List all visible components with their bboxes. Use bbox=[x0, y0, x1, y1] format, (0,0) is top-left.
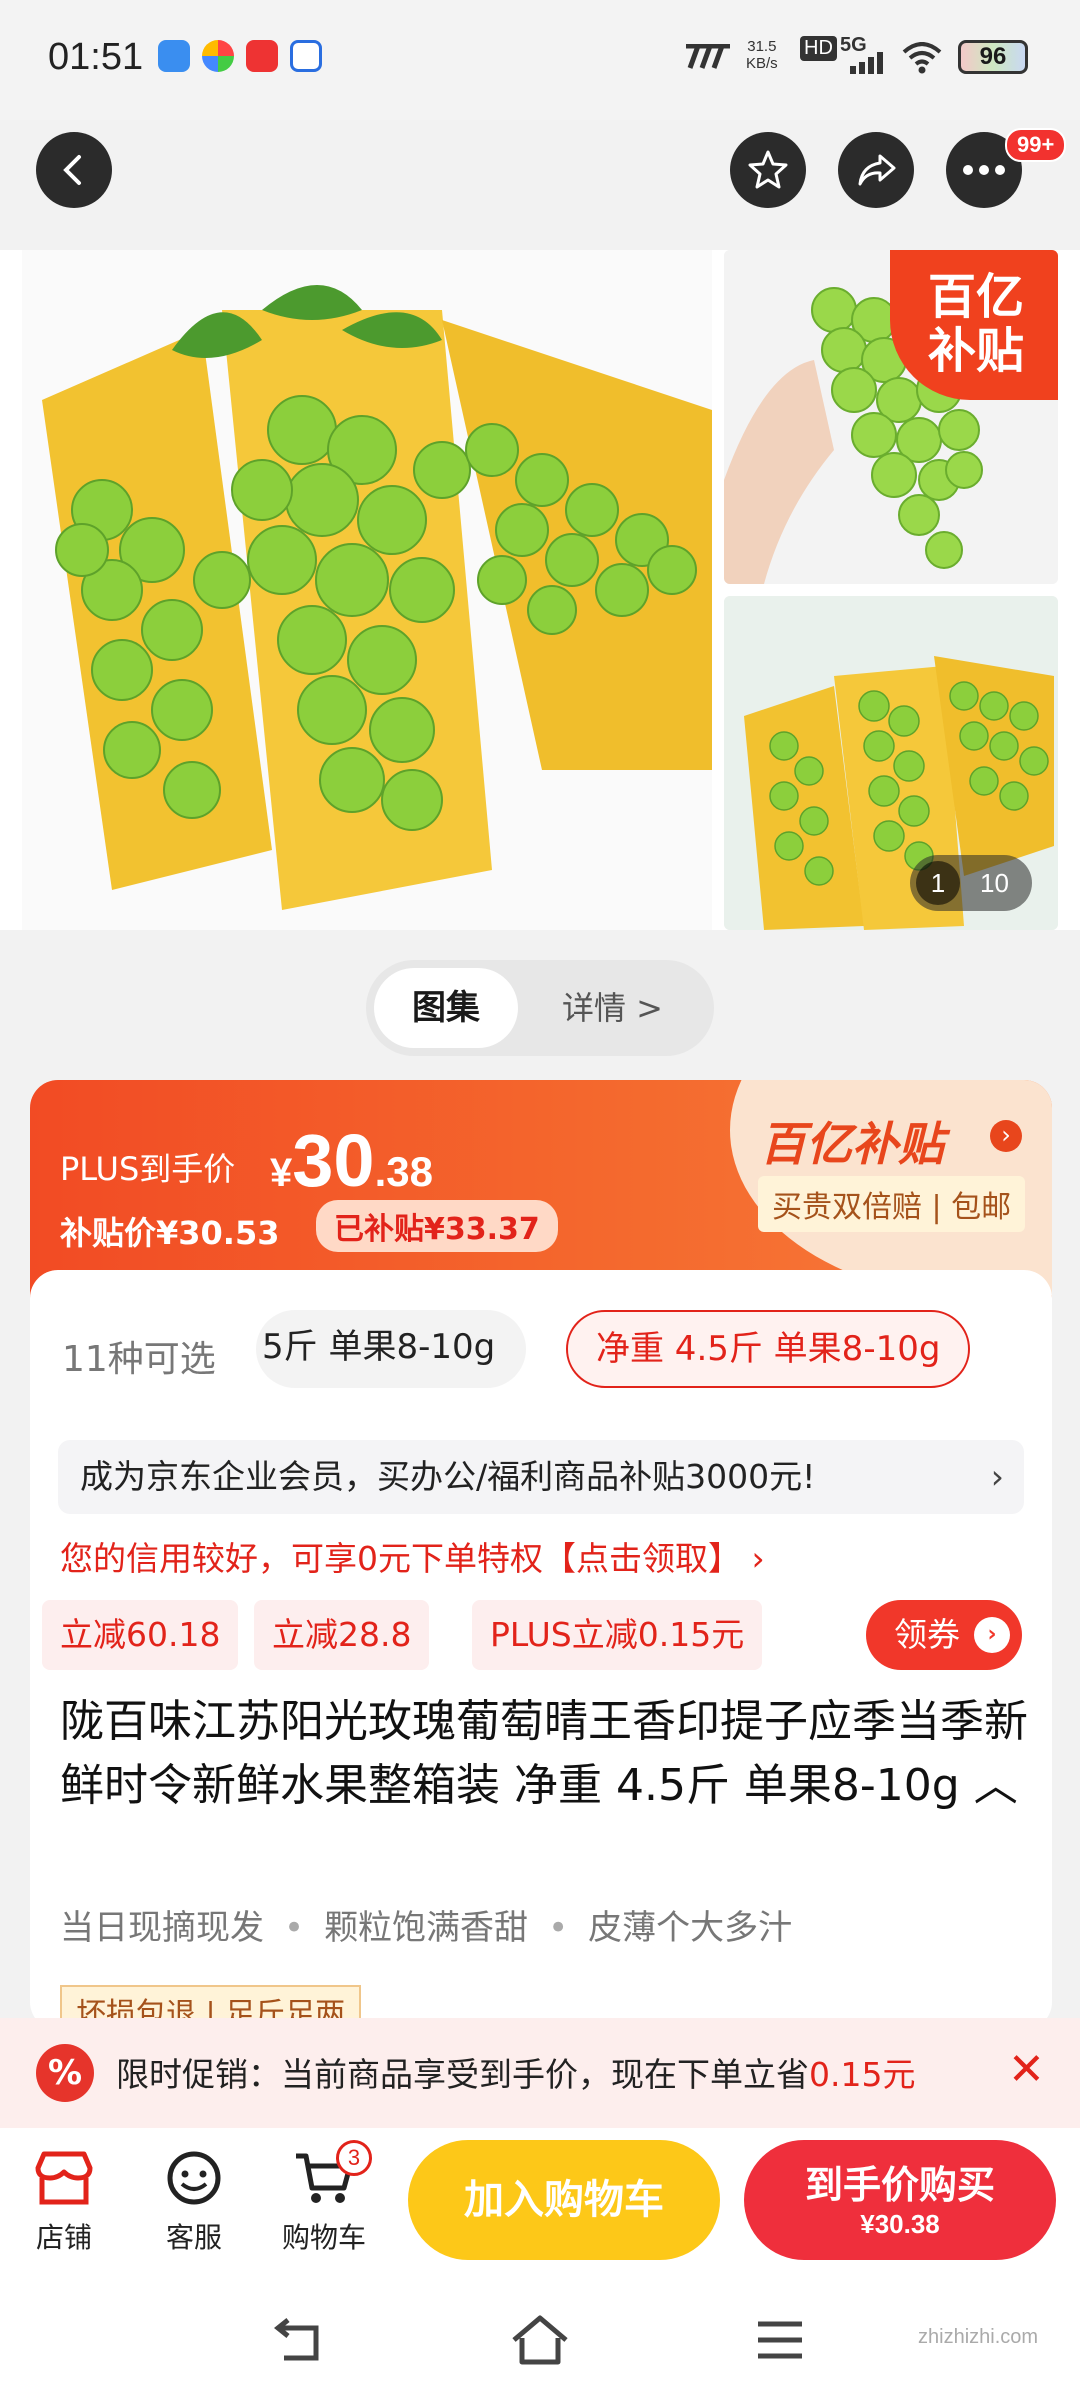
cart-count-badge: 3 bbox=[336, 2140, 372, 2176]
tab-details[interactable]: 详情 > bbox=[562, 960, 663, 1056]
bottom-action-bar: 店铺 客服 购物车 3 加入购物车 到手价购买 ¥30.38 bbox=[0, 2128, 1080, 2288]
share-icon bbox=[858, 154, 896, 186]
share-button[interactable] bbox=[838, 132, 914, 208]
gallery-detail-switch: 图集 详情 > bbox=[366, 960, 714, 1056]
chat-face-icon bbox=[167, 2151, 221, 2205]
buy-now-price: ¥30.38 bbox=[860, 2209, 940, 2239]
buy-now-button[interactable]: 到手价购买 ¥30.38 bbox=[744, 2140, 1056, 2260]
subsidy-price: 补贴价¥30.53 bbox=[60, 1214, 280, 1252]
plus-price-label: PLUS到手价 bbox=[60, 1150, 236, 1188]
notification-badge: 99+ bbox=[1005, 128, 1067, 162]
final-price: ¥30.38 bbox=[270, 1119, 433, 1202]
feature-list: 当日现摘现发 • 颗粒饱满香甜 • 皮薄个大多汁 bbox=[60, 1900, 792, 1949]
already-subsidized-badge: 已补贴¥33.37 bbox=[316, 1200, 558, 1252]
enterprise-banner-text: 成为京东企业会员，买办公/福利商品补贴3000元! bbox=[80, 1457, 816, 1496]
credit-privilege-link[interactable]: 您的信用较好，可享0元下单特权【点击领取】 › bbox=[60, 1532, 765, 1580]
store-icon bbox=[35, 2151, 93, 2205]
product-image-main[interactable] bbox=[22, 250, 712, 930]
guarantee-note: 买贵双倍赔 | 包邮 bbox=[758, 1176, 1026, 1232]
app-notification-icon bbox=[246, 40, 278, 72]
store-label: 店铺 bbox=[35, 2221, 92, 2254]
product-image-thumb[interactable]: 百亿 补贴 bbox=[724, 250, 1058, 584]
back-button[interactable] bbox=[36, 132, 112, 208]
service-label: 客服 bbox=[165, 2221, 222, 2254]
feature-item: 皮薄个大多汁 bbox=[588, 1908, 793, 1948]
spec-option-selected[interactable]: 净重 4.5斤 单果8-10g bbox=[566, 1310, 971, 1388]
coupon-tag[interactable]: 立减28.8 bbox=[254, 1600, 430, 1670]
app-notification-icon bbox=[290, 40, 322, 72]
battery-indicator: 96 bbox=[958, 40, 1028, 74]
pager-current: 1 bbox=[916, 861, 960, 905]
spec-option[interactable]: 5斤 单果8-10g bbox=[256, 1310, 526, 1388]
product-info-card: 11种可选 5斤 单果8-10g 净重 4.5斤 单果8-10g 成为京东企业会… bbox=[30, 1270, 1052, 2035]
pager-total: 10 bbox=[980, 868, 1009, 898]
get-coupon-label: 领券 bbox=[894, 1615, 960, 1654]
feature-separator: • bbox=[548, 1908, 569, 1948]
subsidy-corner-tag: 百亿 补贴 bbox=[890, 250, 1058, 400]
product-image-thumb[interactable]: 1 10 bbox=[724, 596, 1058, 930]
cart-label: 购物车 bbox=[281, 2221, 366, 2254]
more-dots-icon bbox=[963, 165, 1005, 175]
store-button[interactable]: 店铺 bbox=[14, 2150, 114, 2256]
status-bar: 01:51 31.5 KB/s HD 5G 96 bbox=[0, 0, 1080, 120]
status-time: 01:51 bbox=[48, 36, 144, 78]
carrier-icon bbox=[686, 44, 730, 69]
feature-item: 当日现摘现发 bbox=[60, 1908, 264, 1948]
coupon-tag[interactable]: 立减60.18 bbox=[42, 1600, 239, 1670]
menu-nav-icon[interactable] bbox=[756, 2318, 804, 2362]
app-notification-icon bbox=[158, 40, 190, 72]
grapes-photo bbox=[22, 250, 712, 930]
product-gallery[interactable]: 百亿 补贴 1 10 bbox=[0, 250, 1080, 930]
feature-item: 颗粒饱满香甜 bbox=[324, 1908, 529, 1948]
signal-bars-icon bbox=[850, 52, 883, 74]
option-count: 11种可选 bbox=[62, 1339, 216, 1380]
chevron-left-icon bbox=[63, 155, 81, 185]
star-icon bbox=[748, 150, 788, 189]
app-notification-icon bbox=[202, 40, 234, 72]
promotion-text: 限时促销：当前商品享受到手价，现在下单立省0.15元 bbox=[116, 2055, 916, 2094]
close-icon[interactable]: ✕ bbox=[1008, 2044, 1045, 2095]
favorite-button[interactable] bbox=[730, 132, 806, 208]
back-nav-icon[interactable] bbox=[270, 2318, 326, 2368]
chevron-right-icon: › bbox=[974, 1617, 1010, 1653]
chevron-right-icon: › bbox=[990, 1457, 1004, 1496]
feature-separator: • bbox=[284, 1908, 305, 1948]
coupon-tag[interactable]: PLUS立减0.15元 bbox=[472, 1600, 763, 1670]
chevron-right-icon[interactable]: › bbox=[990, 1120, 1022, 1152]
enterprise-member-banner[interactable]: 成为京东企业会员，买办公/福利商品补贴3000元! › bbox=[58, 1440, 1024, 1514]
tab-gallery[interactable]: 图集 bbox=[374, 968, 518, 1048]
buy-now-label: 到手价购买 bbox=[804, 2163, 995, 2207]
billion-subsidy-logo[interactable]: 百亿补贴 bbox=[760, 1108, 944, 1174]
net-speed: 31.5 KB/s bbox=[746, 38, 778, 72]
product-title[interactable]: 陇百味江苏阳光玫瑰葡萄晴王香印提子应季当季新鲜时令新鲜水果整箱装 净重 4.5斤… bbox=[60, 1690, 1030, 1818]
hd-icon: HD bbox=[800, 36, 837, 61]
add-to-cart-button[interactable]: 加入购物车 bbox=[408, 2140, 720, 2260]
watermark: zhizhizhi.com bbox=[918, 2326, 1039, 2348]
image-pager: 1 10 bbox=[910, 855, 1032, 911]
get-coupon-button[interactable]: 领券 › bbox=[866, 1600, 1022, 1670]
wifi-icon bbox=[902, 42, 942, 74]
customer-service-button[interactable]: 客服 bbox=[144, 2150, 244, 2256]
home-nav-icon[interactable] bbox=[510, 2314, 570, 2368]
percent-icon: % bbox=[36, 2044, 94, 2102]
promotion-bar: % 限时促销：当前商品享受到手价，现在下单立省0.15元 ✕ bbox=[0, 2018, 1080, 2144]
